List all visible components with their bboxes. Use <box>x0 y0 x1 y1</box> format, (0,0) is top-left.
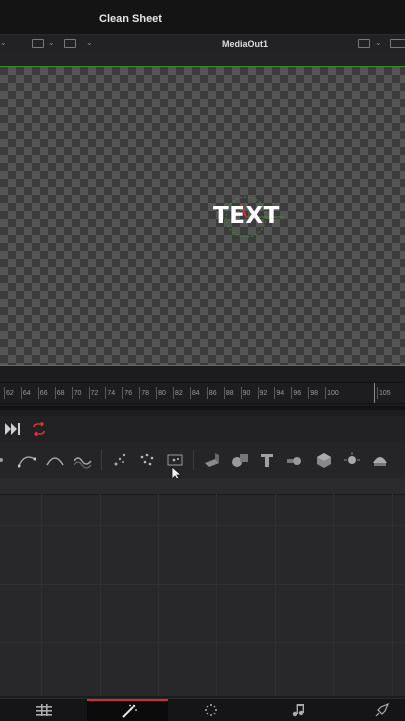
light-3d-icon[interactable] <box>343 451 361 469</box>
title-bar: Clean Sheet <box>0 0 405 34</box>
chevron-down-icon[interactable]: ⌄ <box>48 38 55 47</box>
fairlight-page-tab[interactable] <box>249 699 330 721</box>
ruler-tick <box>88 387 90 399</box>
viewer-layout-icon[interactable] <box>358 39 370 48</box>
window-title: Clean Sheet <box>99 13 162 25</box>
ruler-tick-label: 76 <box>124 390 133 397</box>
node-editor[interactable] <box>0 478 405 696</box>
viewer-node-name: MediaOut1 <box>222 39 269 49</box>
ruler-tick <box>206 387 208 399</box>
ruler-tick <box>4 387 5 399</box>
bezier-tool-icon[interactable] <box>18 451 36 469</box>
chevron-down-icon[interactable]: ⌄ <box>0 38 7 47</box>
renderer-3d-icon[interactable] <box>315 451 333 469</box>
particle-emitter-icon[interactable] <box>111 451 129 469</box>
ruler-tick-label: 88 <box>225 390 234 397</box>
camera-3d-icon[interactable] <box>286 451 304 469</box>
ruler-tick-label: 68 <box>56 390 65 397</box>
ruler-tick-label: 72 <box>90 390 99 397</box>
viewer-overlay-text: TEXT <box>213 203 280 229</box>
deliver-page-tab[interactable] <box>330 699 405 721</box>
ruler-tick <box>189 387 191 399</box>
color-page-icon <box>205 704 217 716</box>
ruler-tick-label: 66 <box>39 390 48 397</box>
ruler-tick-label: 105 <box>379 390 391 397</box>
ruler-tick <box>173 387 174 399</box>
time-ruler[interactable]: 62 64 66 68 70 72 74 76 78 80 82 84 86 88 90 92 94 96 98 10… <box>0 382 405 404</box>
particle-spray-icon[interactable] <box>138 451 156 469</box>
ruler-tick-label: 80 <box>158 390 166 397</box>
ruler-tick-label: 78 <box>141 390 149 397</box>
ruler-tick <box>240 387 242 399</box>
ruler-tick-label: 86 <box>208 390 217 397</box>
ruler-tick <box>325 387 327 399</box>
ruler-tick <box>54 387 56 399</box>
loop-icon[interactable] <box>31 422 47 436</box>
ruler-tick-label: 98 <box>310 390 318 397</box>
curve-tool-icon[interactable] <box>0 451 10 469</box>
fairlight-page-icon <box>292 704 304 717</box>
ruler-tick <box>20 387 22 399</box>
ruler-tick-label: 92 <box>259 390 268 397</box>
ruler-tick-label: 74 <box>107 390 116 397</box>
toolbar-separator <box>193 450 194 470</box>
ruler-divider <box>0 406 405 410</box>
merge-3d-icon[interactable] <box>231 451 249 469</box>
playhead[interactable] <box>374 383 375 403</box>
ruler-tick <box>105 387 107 399</box>
fusion-toolbar <box>0 442 405 479</box>
ruler-tick <box>274 387 276 399</box>
ruler-tick-label: 96 <box>293 390 302 397</box>
ruler-tick-label: 90 <box>242 390 251 397</box>
edit-page-icon <box>36 704 52 716</box>
ruler-tick-label: 84 <box>191 390 200 397</box>
ruler-tick <box>156 387 158 399</box>
ruler-tick <box>223 387 225 399</box>
text-3d-icon[interactable] <box>258 451 276 469</box>
deliver-page-icon <box>375 703 389 717</box>
toolbar-separator <box>101 450 102 470</box>
page-navigation <box>0 698 405 721</box>
color-page-tab[interactable] <box>168 699 249 721</box>
spotlight-3d-icon[interactable] <box>371 451 389 469</box>
viewer-option-icon[interactable] <box>64 39 76 48</box>
ruler-tick <box>377 387 378 399</box>
grid-line <box>0 525 405 526</box>
viewer-menu-icon[interactable] <box>390 39 405 48</box>
ruler-tick-label: 94 <box>276 390 285 397</box>
edit-page-tab[interactable] <box>6 699 87 721</box>
ruler-tick-label: 82 <box>175 390 183 397</box>
ruler-tick <box>291 387 293 399</box>
aspect-icon[interactable] <box>32 39 44 48</box>
ruler-tick <box>139 387 141 399</box>
transport-bar <box>0 416 405 443</box>
wave-tool-icon[interactable] <box>74 451 92 469</box>
node-editor-header <box>0 478 405 495</box>
ruler-tick-label: 62 <box>6 390 14 397</box>
viewer-header: ⌄ ⌄ ⌄ MediaOut1 ⌄ <box>0 34 405 54</box>
ruler-tick <box>37 387 39 399</box>
ruler-tick <box>71 387 73 399</box>
chevron-down-icon[interactable]: ⌄ <box>86 38 93 47</box>
grid-line <box>0 642 405 643</box>
fusion-page-icon <box>122 704 137 718</box>
fusion-page-tab[interactable] <box>87 699 168 721</box>
chevron-down-icon[interactable]: ⌄ <box>375 38 382 47</box>
ruler-tick-label: 64 <box>22 390 31 397</box>
shape-3d-icon[interactable] <box>203 451 221 469</box>
arc-tool-icon[interactable] <box>46 451 64 469</box>
ruler-tick <box>257 387 259 399</box>
viewer-canvas[interactable]: TEXT <box>0 66 405 366</box>
skip-to-end-icon[interactable] <box>5 423 21 435</box>
ruler-tick-label: 100 <box>327 390 339 397</box>
ruler-tick-label: 70 <box>73 390 82 397</box>
ruler-tick <box>122 387 124 399</box>
viewer-gap <box>0 52 405 66</box>
grid-line <box>0 584 405 585</box>
ruler-tick <box>308 387 310 399</box>
